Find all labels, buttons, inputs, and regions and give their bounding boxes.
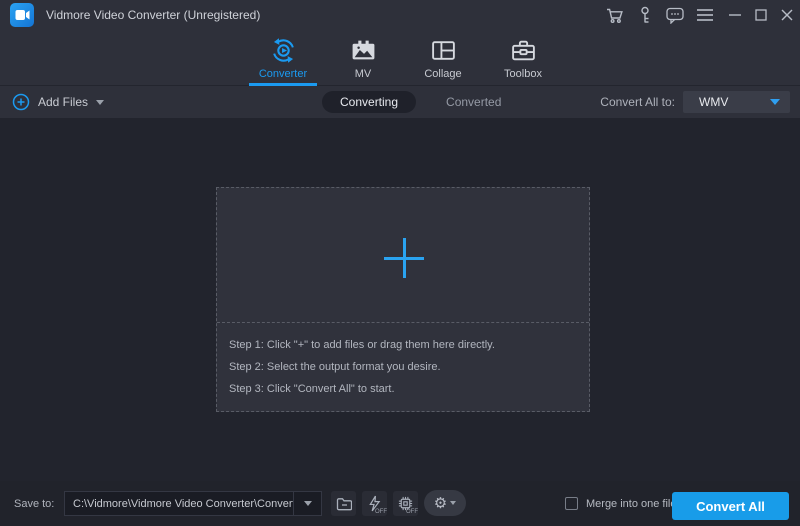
store-cart-icon[interactable] bbox=[602, 0, 628, 30]
tab-toolbox-label: Toolbox bbox=[504, 68, 542, 80]
convert-all-button[interactable]: Convert All bbox=[672, 492, 789, 520]
toolbox-briefcase-icon bbox=[510, 37, 537, 64]
output-format-select[interactable]: WMV bbox=[683, 91, 790, 113]
titlebar: Vidmore Video Converter (Unregistered) bbox=[0, 0, 800, 30]
app-logo-icon bbox=[10, 3, 34, 27]
tab-converted[interactable]: Converted bbox=[428, 91, 519, 113]
hardware-acceleration-button[interactable]: OFF bbox=[362, 491, 387, 516]
gear-icon: ⚙ bbox=[433, 493, 448, 512]
settings-caret-icon bbox=[450, 501, 457, 505]
add-files-caret-icon bbox=[96, 99, 105, 105]
tab-converter[interactable]: Converter bbox=[247, 30, 319, 86]
save-to-label: Save to: bbox=[14, 497, 55, 510]
convert-all-to-label: Convert All to: bbox=[600, 95, 675, 109]
step-1: Step 1: Click "+" to add files or drag t… bbox=[229, 339, 495, 351]
tab-converting[interactable]: Converting bbox=[322, 91, 417, 113]
save-path-select[interactable]: C:\Vidmore\Vidmore Video Converter\Conve… bbox=[64, 491, 322, 516]
add-files-label: Add Files bbox=[38, 95, 89, 109]
gpu-off-label: OFF bbox=[406, 509, 418, 515]
hw-accel-off-label: OFF bbox=[375, 509, 387, 515]
format-caret-icon bbox=[770, 99, 780, 105]
save-path-value: C:\Vidmore\Vidmore Video Converter\Conve… bbox=[73, 497, 293, 510]
merge-label: Merge into one file bbox=[586, 497, 677, 510]
gpu-acceleration-button[interactable]: OFF bbox=[393, 491, 418, 516]
mv-tv-icon bbox=[350, 37, 377, 64]
step-3: Step 3: Click "Convert All" to start. bbox=[229, 383, 395, 395]
menu-icon[interactable] bbox=[692, 0, 718, 30]
save-path-caret[interactable] bbox=[293, 492, 321, 515]
step-2: Step 2: Select the output format you des… bbox=[229, 361, 441, 373]
feedback-icon[interactable] bbox=[662, 0, 688, 30]
view-tabs: Converting Converted bbox=[322, 86, 519, 118]
tab-collage[interactable]: Collage bbox=[407, 30, 479, 86]
settings-button[interactable]: ⚙ bbox=[424, 490, 466, 516]
tab-toolbox[interactable]: Toolbox bbox=[487, 30, 559, 86]
tab-mv[interactable]: MV bbox=[327, 30, 399, 86]
register-key-icon[interactable] bbox=[632, 0, 658, 30]
tab-collage-label: Collage bbox=[424, 68, 462, 80]
close-button[interactable] bbox=[774, 0, 800, 30]
instruction-steps: Step 1: Click "+" to add files or drag t… bbox=[229, 334, 495, 400]
main-area: Step 1: Click "+" to add files or drag t… bbox=[0, 118, 800, 481]
window-title: Vidmore Video Converter (Unregistered) bbox=[46, 8, 261, 22]
toolbar: Add Files Converting Converted Convert A… bbox=[0, 86, 800, 118]
tab-mv-label: MV bbox=[354, 68, 372, 80]
app-window: { "window": { "title": "Vidmore Video Co… bbox=[0, 0, 800, 526]
collage-grid-icon bbox=[430, 37, 457, 64]
maximize-button[interactable] bbox=[748, 0, 774, 30]
file-dropzone[interactable]: Step 1: Click "+" to add files or drag t… bbox=[216, 187, 590, 412]
plus-circle-icon bbox=[12, 93, 30, 111]
open-folder-button[interactable] bbox=[331, 491, 356, 516]
minimize-button[interactable] bbox=[722, 0, 748, 30]
output-format-value: WMV bbox=[699, 95, 729, 109]
merge-into-one-file-option[interactable]: Merge into one file bbox=[565, 481, 677, 526]
add-files-button[interactable]: Add Files bbox=[12, 86, 105, 118]
dropzone-divider bbox=[217, 322, 589, 323]
add-files-plus-icon[interactable] bbox=[384, 238, 424, 278]
tab-converter-label: Converter bbox=[258, 68, 308, 80]
main-nav: Converter MV Collage Toolbox bbox=[0, 30, 800, 86]
merge-checkbox[interactable] bbox=[565, 497, 578, 510]
converter-icon bbox=[270, 37, 297, 64]
footer-bar: Save to: C:\Vidmore\Vidmore Video Conver… bbox=[0, 481, 800, 526]
